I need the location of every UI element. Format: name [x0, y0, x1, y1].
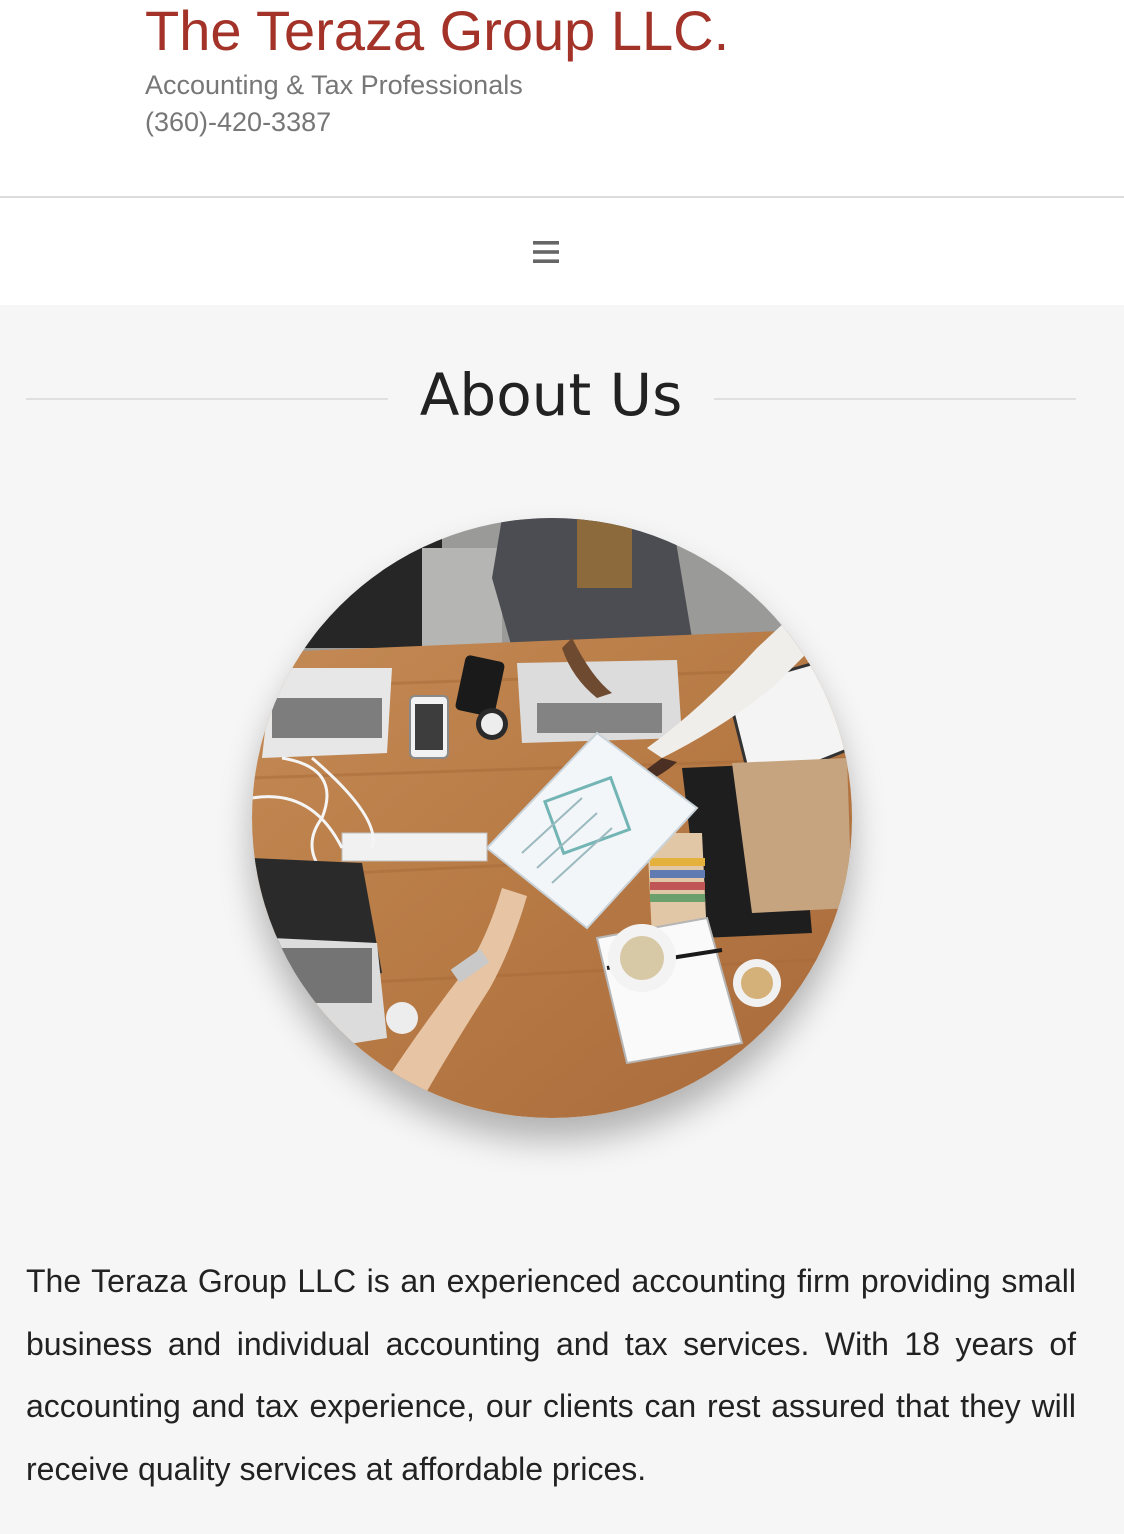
meeting-photo: [252, 518, 852, 1118]
menu-toggle-button[interactable]: [522, 228, 570, 276]
hamburger-menu-icon: [533, 241, 559, 263]
heading-divider-right: [714, 398, 1076, 400]
site-header: The Teraza Group LLC. Accounting & Tax P…: [0, 0, 1124, 198]
phone-number[interactable]: (360)-420-3387: [145, 105, 331, 139]
about-paragraph: The Teraza Group LLC is an experienced a…: [26, 1263, 1076, 1487]
site-tagline: Accounting & Tax Professionals: [145, 70, 523, 100]
meeting-photo-illustration: [252, 518, 852, 1118]
about-section: About Us The Teraza Group LLC is an expe…: [0, 305, 1124, 1534]
heading-divider-left: [26, 398, 388, 400]
main-navigation: [0, 198, 1124, 305]
section-title: About Us: [419, 361, 683, 429]
site-title-link[interactable]: The Teraza Group LLC.: [145, 0, 729, 66]
